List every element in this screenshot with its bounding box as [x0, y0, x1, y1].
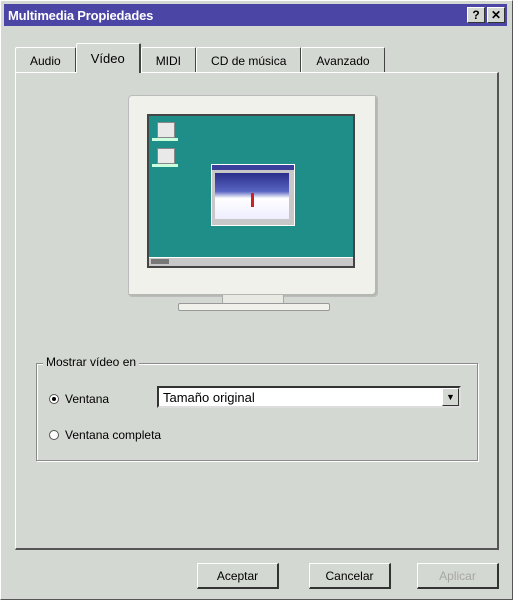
group-label: Mostrar vídeo en [43, 355, 140, 369]
window-title: Multimedia Propiedades [8, 7, 154, 23]
monitor-base [178, 303, 330, 311]
radio-label: Ventana completa [65, 428, 162, 442]
monitor-screen [147, 114, 355, 268]
radio-ventana-completa[interactable]: Ventana completa [49, 428, 161, 442]
display-options-group: Mostrar vídeo en Ventana Tamaño original… [36, 355, 478, 461]
tab-audio[interactable]: Audio [15, 47, 76, 73]
radio-button-on[interactable] [49, 394, 59, 404]
help-button[interactable]: ? [467, 7, 485, 23]
radio-button-off[interactable] [49, 430, 59, 440]
video-frame [215, 173, 289, 219]
video-figure [251, 193, 254, 207]
desktop-icon-label [152, 138, 178, 141]
preview-start-button [151, 259, 169, 264]
tab-panel-video: Mostrar vídeo en Ventana Tamaño original… [15, 72, 499, 550]
tab-midi[interactable]: MIDI [140, 47, 197, 73]
tab-avanzado[interactable]: Avanzado [301, 47, 385, 73]
video-window-preview [211, 164, 295, 226]
desktop-icon [157, 122, 175, 138]
title-bar: Multimedia Propiedades ? ✕ [4, 4, 507, 26]
desktop-icon [157, 148, 175, 164]
tab-video[interactable]: Vídeo [75, 43, 141, 73]
preview-taskbar [149, 257, 353, 266]
tab-cd-musica[interactable]: CD de música [196, 47, 302, 73]
radio-ventana[interactable]: Ventana [49, 392, 109, 406]
size-select-value: Tamaño original [163, 389, 255, 405]
cancel-button[interactable]: Cancelar [309, 563, 391, 589]
apply-button[interactable]: Aplicar [417, 563, 499, 589]
monitor-preview [128, 95, 378, 317]
desktop-icon-label [152, 164, 178, 167]
chevron-down-icon[interactable]: ▼ [442, 388, 459, 406]
properties-window: Multimedia Propiedades ? ✕ Audio Vídeo M… [0, 0, 513, 600]
video-window-titlebar [212, 165, 294, 170]
ok-button[interactable]: Aceptar [197, 563, 279, 589]
radio-label: Ventana [65, 392, 110, 406]
size-select[interactable]: Tamaño original ▼ [157, 386, 461, 408]
close-button[interactable]: ✕ [487, 7, 505, 23]
tab-strip: Audio Vídeo MIDI CD de música Avanzado [15, 43, 385, 73]
monitor-bezel [128, 95, 378, 297]
